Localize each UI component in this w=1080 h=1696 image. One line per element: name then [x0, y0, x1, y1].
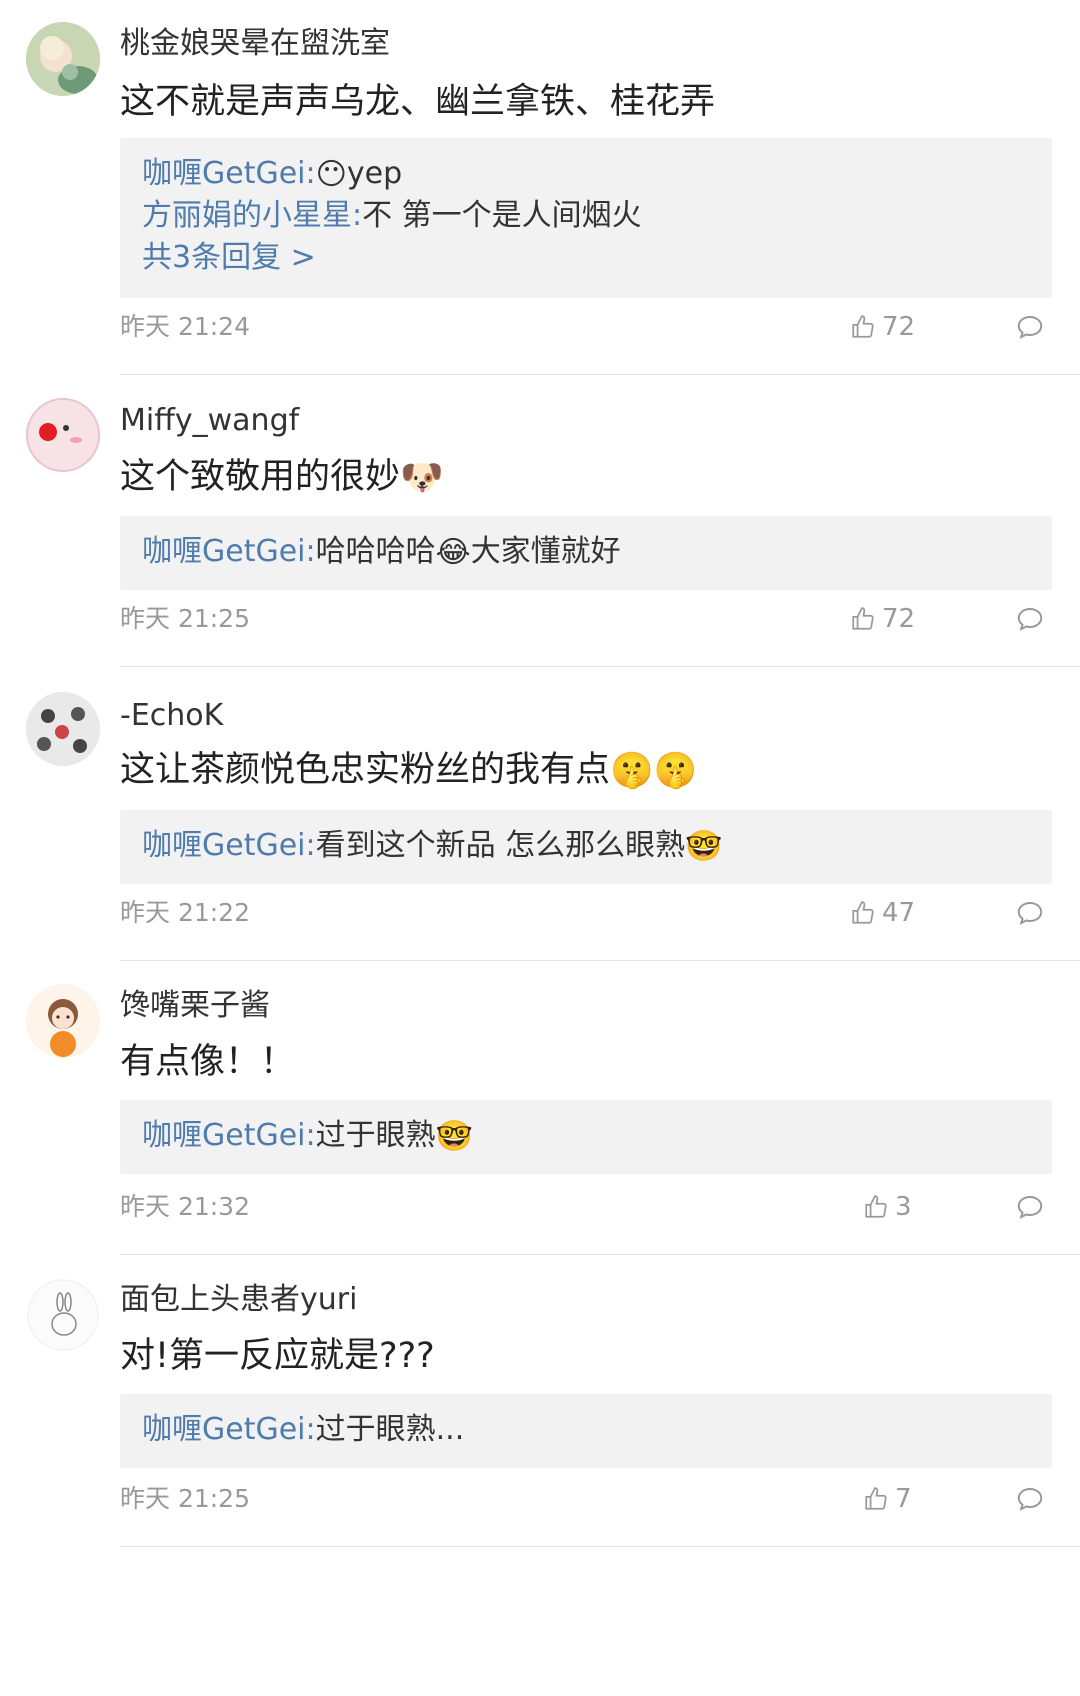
comment-time: 昨天 21:22	[120, 898, 250, 927]
comment-author[interactable]: 面包上头患者yuri	[120, 1282, 357, 1318]
reply-item[interactable]: 方丽娟的小星星:不 第一个是人间烟火	[142, 196, 642, 236]
comment-text: 这不就是声声乌龙、幽兰拿铁、桂花弄	[120, 82, 716, 122]
reply-box[interactable]: 咖喱GetGei:过于眼熟🤓	[120, 1100, 1052, 1174]
thumbs-up-icon	[852, 901, 874, 924]
thumbs-up-icon	[865, 1487, 887, 1510]
comment-bubble-icon	[1017, 1195, 1043, 1219]
comment-time: 昨天 21:32	[120, 1192, 250, 1221]
avatar[interactable]	[26, 984, 100, 1058]
comment-bubble-icon	[1017, 315, 1043, 339]
comment-bubble-icon	[1017, 1487, 1043, 1511]
emoji-icon: 🐶	[400, 458, 444, 498]
emoji-icon: 🤫🤫	[610, 751, 698, 791]
comment-time: 昨天 21:25	[120, 604, 250, 633]
comment-button[interactable]	[1015, 1484, 1045, 1518]
like-button[interactable]: 47	[850, 898, 915, 928]
thumbs-up-icon	[852, 315, 874, 338]
like-count: 47	[882, 898, 916, 928]
comment-bubble-icon	[1017, 901, 1043, 925]
emoji-icon: 🤓	[435, 1118, 473, 1154]
comment-button[interactable]	[1015, 898, 1045, 932]
emoji-icon: 😂	[435, 534, 471, 570]
emoji-icon: 😶	[315, 156, 347, 192]
comment-button[interactable]	[1015, 312, 1045, 346]
reply-text: 过于眼熟	[315, 1118, 436, 1153]
comment-text: 这让茶颜悦色忠实粉丝的我有点🤫🤫	[120, 748, 697, 793]
like-count: 3	[895, 1192, 912, 1222]
reply-box[interactable]: 咖喱GetGei:哈哈哈哈😂大家懂就好	[120, 516, 1052, 590]
reply-text: 哈哈哈哈	[315, 534, 436, 569]
reply-author[interactable]: 方丽娟的小星星:	[142, 198, 362, 233]
reply-text: 看到这个新品 怎么那么眼熟	[315, 828, 686, 863]
reply-text: yep	[346, 156, 403, 191]
more-replies-link[interactable]: 共3条回复 >	[142, 238, 316, 278]
comment-time: 昨天 21:24	[120, 312, 250, 341]
avatar[interactable]	[26, 22, 100, 96]
comment-time: 昨天 21:25	[120, 1484, 250, 1513]
reply-item[interactable]: 咖喱GetGei:过于眼熟🤓	[142, 1116, 473, 1157]
comment-text: 对!第一反应就是???	[120, 1336, 435, 1376]
thumbs-up-icon	[852, 607, 874, 630]
comment-button[interactable]	[1015, 1192, 1045, 1226]
comment-author[interactable]: 桃金娘哭晕在盥洗室	[120, 26, 390, 62]
divider	[120, 1546, 1080, 1547]
divider	[120, 666, 1080, 667]
divider	[120, 1254, 1080, 1255]
comment-text: 有点像！！	[120, 1042, 296, 1082]
comment-author[interactable]: 馋嘴栗子酱	[120, 988, 270, 1024]
like-button[interactable]: 72	[850, 312, 915, 342]
comment-text: 这个致敬用的很妙🐶	[120, 455, 444, 500]
reply-item[interactable]: 咖喱GetGei:过于眼熟...	[142, 1410, 464, 1450]
avatar[interactable]	[26, 398, 100, 472]
comment-list: 桃金娘哭晕在盥洗室 这不就是声声乌龙、幽兰拿铁、桂花弄 咖喱GetGei:😶ye…	[0, 0, 1080, 1696]
like-button[interactable]: 72	[850, 604, 915, 634]
like-count: 72	[882, 312, 916, 342]
reply-author[interactable]: 咖喱GetGei:	[142, 828, 316, 863]
divider	[120, 960, 1080, 961]
reply-author[interactable]: 咖喱GetGei:	[142, 1118, 316, 1153]
reply-item[interactable]: 咖喱GetGei:😶yep	[142, 154, 402, 195]
comment-text-content: 这个致敬用的很妙	[120, 457, 401, 497]
reply-author[interactable]: 咖喱GetGei:	[142, 1412, 316, 1447]
reply-text-tail: 大家懂就好	[470, 534, 621, 569]
like-count: 72	[882, 604, 916, 634]
like-count: 7	[895, 1484, 912, 1514]
reply-author[interactable]: 咖喱GetGei:	[142, 156, 316, 191]
like-button[interactable]: 7	[863, 1484, 912, 1514]
comment-author[interactable]: Miffy_wangf	[120, 403, 299, 439]
thumbs-up-icon	[865, 1195, 887, 1218]
comment-text-content: 这让茶颜悦色忠实粉丝的我有点	[120, 750, 611, 790]
reply-box[interactable]: 咖喱GetGei:😶yep 方丽娟的小星星:不 第一个是人间烟火 共3条回复 >	[120, 138, 1052, 298]
reply-text: 不 第一个是人间烟火	[362, 198, 642, 233]
comment-author[interactable]: -EchoK	[120, 698, 223, 734]
emoji-icon: 🤓	[685, 828, 723, 864]
avatar[interactable]	[26, 1278, 100, 1352]
reply-author[interactable]: 咖喱GetGei:	[142, 534, 316, 569]
reply-item[interactable]: 咖喱GetGei:哈哈哈哈😂大家懂就好	[142, 532, 621, 573]
like-button[interactable]: 3	[863, 1192, 912, 1222]
reply-item[interactable]: 咖喱GetGei:看到这个新品 怎么那么眼熟🤓	[142, 826, 723, 867]
avatar[interactable]	[26, 692, 100, 766]
comment-button[interactable]	[1015, 604, 1045, 638]
comment-bubble-icon	[1017, 607, 1043, 631]
reply-text: 过于眼熟...	[315, 1412, 465, 1447]
divider	[120, 374, 1080, 375]
reply-box[interactable]: 咖喱GetGei:过于眼熟...	[120, 1394, 1052, 1468]
reply-box[interactable]: 咖喱GetGei:看到这个新品 怎么那么眼熟🤓	[120, 810, 1052, 884]
